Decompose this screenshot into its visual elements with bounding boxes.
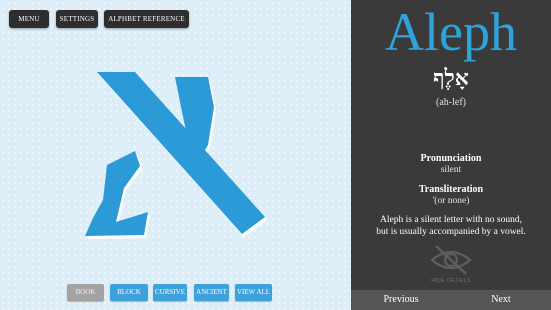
alphabet-reference-button[interactable]: ALPHBET REFERENCE <box>104 10 189 28</box>
previous-button[interactable]: Previous <box>351 290 451 310</box>
letter-glyph <box>60 52 290 252</box>
book-style-button[interactable]: BOOK <box>67 284 104 301</box>
block-style-button[interactable]: BLOCK <box>110 284 148 301</box>
eye-slash-icon <box>430 245 472 275</box>
view-all-button[interactable]: VIEW ALL <box>235 284 272 301</box>
letter-description: Aleph is a silent letter with no sound, … <box>351 214 551 238</box>
transliteration-value: '(or none) <box>432 196 470 206</box>
cursive-style-button[interactable]: CURSIVE <box>153 284 187 301</box>
settings-button[interactable]: SETTINGS <box>56 10 98 28</box>
pronunciation-value: silent <box>440 165 462 175</box>
hide-details-button[interactable]: HIDE DETAILS <box>426 242 476 286</box>
letter-name: Aleph <box>385 2 517 62</box>
details-panel: Aleph אָלֶף (ah-lef) Pronunciation silen… <box>351 0 551 310</box>
phonetic-spelling: (ah-lef) <box>436 97 466 108</box>
transliteration-label: Transliteration <box>418 184 484 195</box>
aleph-letter <box>85 72 267 239</box>
description-line-2: but is usually accompanied by a vowel. <box>376 227 526 237</box>
hide-details-label: HIDE DETAILS <box>431 278 471 284</box>
menu-button[interactable]: MENU <box>9 10 49 28</box>
ancient-style-button[interactable]: ANCIENT <box>194 284 229 301</box>
pronunciation-label: Pronunciation <box>420 153 482 164</box>
hebrew-spelling: אָלֶף <box>433 65 469 91</box>
description-line-1: Aleph is a silent letter with no sound, <box>380 215 522 225</box>
letter-canvas: MENU SETTINGS ALPHBET REFERENCE BOOK BLO… <box>0 0 351 310</box>
next-button[interactable]: Next <box>451 290 551 310</box>
navigation-bar: Previous Next <box>351 290 551 310</box>
